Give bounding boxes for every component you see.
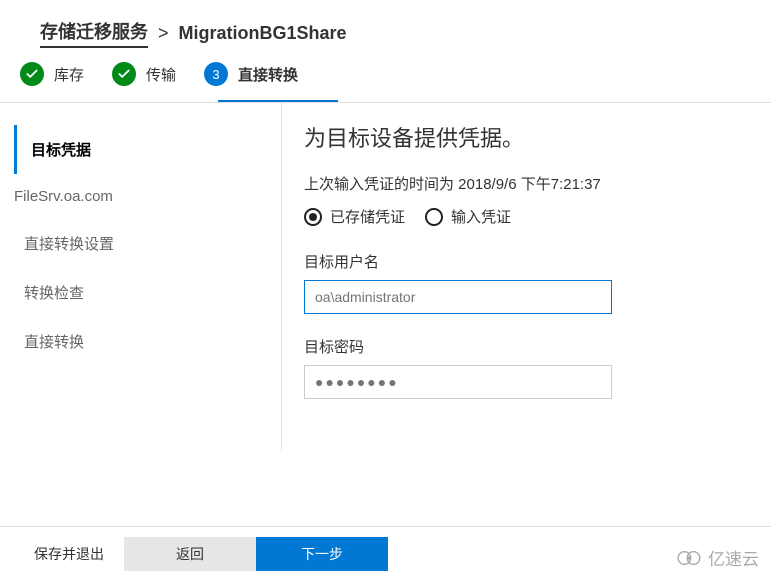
check-icon	[20, 62, 44, 86]
password-input[interactable]	[304, 365, 612, 399]
breadcrumb-separator: >	[158, 23, 169, 44]
sidebar: 目标凭据 FileSrv.oa.com 直接转换设置 转换检查 直接转换	[0, 103, 282, 451]
sidebar-item-validation[interactable]: 转换检查	[14, 268, 281, 317]
step-label: 传输	[146, 64, 176, 85]
main-area: 目标凭据 FileSrv.oa.com 直接转换设置 转换检查 直接转换 为目标…	[0, 103, 771, 451]
last-saved-text: 上次输入凭证的时间为 2018/9/6 下午7:21:37	[304, 173, 741, 194]
step-inventory[interactable]: 库存	[20, 62, 84, 86]
breadcrumb: 存储迁移服务 > MigrationBG1Share	[0, 0, 771, 62]
step-cutover[interactable]: 3 直接转换	[204, 62, 298, 86]
content-heading: 为目标设备提供凭据。	[304, 121, 741, 153]
sidebar-item-cutover-settings[interactable]: 直接转换设置	[14, 219, 281, 268]
watermark-icon	[676, 549, 704, 567]
breadcrumb-current: MigrationBG1Share	[179, 23, 347, 44]
wizard-steps: 库存 传输 3 直接转换	[0, 62, 771, 100]
radio-enter-credentials[interactable]: 输入凭证	[425, 206, 511, 227]
check-icon	[112, 62, 136, 86]
sidebar-item-cutover[interactable]: 直接转换	[14, 317, 281, 366]
step-transfer[interactable]: 传输	[112, 62, 176, 86]
password-label: 目标密码	[304, 336, 741, 357]
footer-bar: 保存并退出 返回 下一步	[0, 526, 771, 580]
next-button[interactable]: 下一步	[256, 537, 388, 571]
radio-label: 输入凭证	[451, 206, 511, 227]
breadcrumb-root[interactable]: 存储迁移服务	[40, 18, 148, 48]
radio-icon	[425, 208, 443, 226]
watermark-text: 亿速云	[708, 545, 759, 570]
username-label: 目标用户名	[304, 251, 741, 272]
back-button[interactable]: 返回	[124, 537, 256, 571]
radio-label: 已存储凭证	[330, 206, 405, 227]
watermark: 亿速云	[676, 545, 759, 570]
content-pane: 为目标设备提供凭据。 上次输入凭证的时间为 2018/9/6 下午7:21:37…	[282, 103, 771, 451]
sidebar-item-target-credentials[interactable]: 目标凭据	[14, 125, 281, 174]
save-exit-button[interactable]: 保存并退出	[14, 537, 124, 571]
radio-stored-credentials[interactable]: 已存储凭证	[304, 206, 405, 227]
sidebar-item-server[interactable]: FileSrv.oa.com	[14, 174, 281, 219]
step-number-icon: 3	[204, 62, 228, 86]
credential-mode-radio-group: 已存储凭证 输入凭证	[304, 206, 741, 227]
radio-icon	[304, 208, 322, 226]
step-label: 直接转换	[238, 64, 298, 85]
username-input[interactable]	[304, 280, 612, 314]
step-label: 库存	[54, 64, 84, 85]
